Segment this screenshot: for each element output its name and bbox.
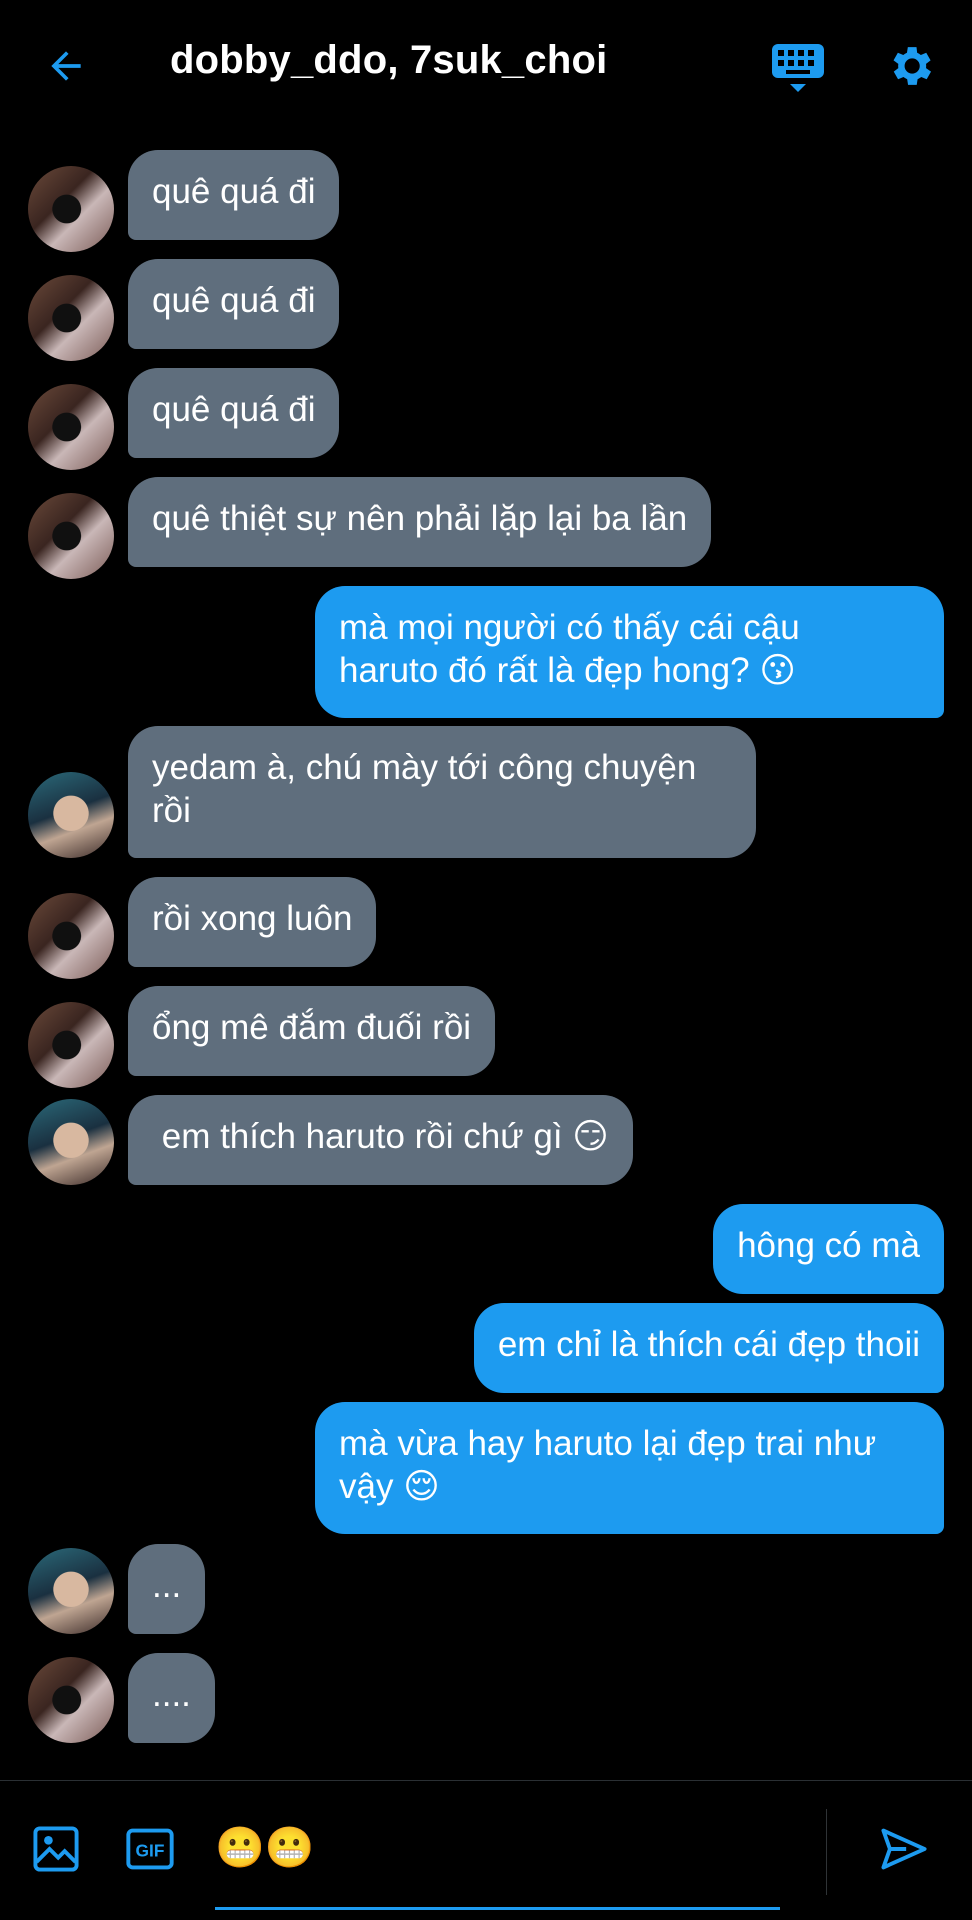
message-row: em chỉ là thích cái đẹp thoii [0,1303,972,1393]
arrow-left-icon [44,44,88,88]
input-focus-underline [215,1907,780,1910]
message-bubble[interactable]: em thích haruto rồi chứ gì 😏 [128,1095,633,1185]
message-bubble[interactable]: mà vừa hay haruto lại đẹp trai như vậy 😌 [315,1402,944,1534]
keyboard-button[interactable] [770,40,836,98]
avatar[interactable] [28,166,114,252]
message-bubble[interactable]: yedam à, chú mày tới công chuyện rồi [128,726,756,858]
avatar[interactable] [28,1657,114,1743]
gear-icon [884,40,940,92]
message-row: ... [0,1544,972,1634]
message-bubble[interactable]: rồi xong luôn [128,877,377,967]
avatar[interactable] [28,1548,114,1634]
avatar[interactable] [28,1099,114,1185]
message-row: hông có mà [0,1204,972,1294]
composer-divider [826,1809,827,1895]
conversation-header: dobby_ddo, 7suk_choi [0,0,972,135]
message-row: quê quá đi [0,150,972,252]
gif-label: GIF [136,1841,165,1861]
message-row: mà mọi người có thấy cái cậu haruto đó r… [0,586,972,718]
message-bubble[interactable]: ổng mê đắm đuối rồi [128,986,496,1076]
add-image-button[interactable] [30,1823,84,1877]
image-icon [30,1823,84,1875]
avatar[interactable] [28,893,114,979]
gif-icon: GIF [126,1828,174,1870]
conversation-title[interactable]: dobby_ddo, 7suk_choi [170,38,607,83]
avatar[interactable] [28,384,114,470]
message-row: ổng mê đắm đuối rồi [0,986,972,1088]
settings-button[interactable] [884,40,940,96]
message-row: yedam à, chú mày tới công chuyện rồi [0,726,972,858]
message-bubble[interactable]: mà mọi người có thấy cái cậu haruto đó r… [315,586,944,718]
message-row: quê quá đi [0,368,972,470]
add-gif-button[interactable]: GIF [124,1823,178,1877]
message-bubble[interactable]: quê quá đi [128,259,340,349]
message-row: .... [0,1653,972,1743]
keyboard-icon [770,40,836,96]
send-button[interactable] [878,1823,934,1879]
message-row: quê thiệt sự nên phải lặp lại ba lần [0,477,972,579]
message-bubble[interactable]: quê quá đi [128,150,340,240]
message-bubble[interactable]: .... [128,1653,215,1743]
message-bubble[interactable]: quê quá đi [128,368,340,458]
message-row: em thích haruto rồi chứ gì 😏 [0,1095,972,1185]
message-bubble[interactable]: em chỉ là thích cái đẹp thoii [473,1303,944,1393]
message-input[interactable]: 😬😬 [215,1807,780,1889]
avatar[interactable] [28,772,114,858]
message-list[interactable]: quê quá đi quê quá đi quê quá đi quê thi… [0,140,972,1780]
avatar[interactable] [28,275,114,361]
message-composer: GIF 😬😬 [0,1780,972,1920]
message-row: quê quá đi [0,259,972,361]
message-row: rồi xong luôn [0,877,972,979]
message-bubble[interactable]: hông có mà [713,1204,944,1294]
message-row: mà vừa hay haruto lại đẹp trai như vậy 😌 [0,1402,972,1534]
back-button[interactable] [38,38,94,94]
message-bubble[interactable]: ... [128,1544,206,1634]
avatar[interactable] [28,1002,114,1088]
dm-conversation-screen: dobby_ddo, 7suk_choi quê quá đi quê quá … [0,0,972,1920]
avatar[interactable] [28,493,114,579]
message-bubble[interactable]: quê thiệt sự nên phải lặp lại ba lần [128,477,712,567]
send-icon [878,1823,934,1875]
